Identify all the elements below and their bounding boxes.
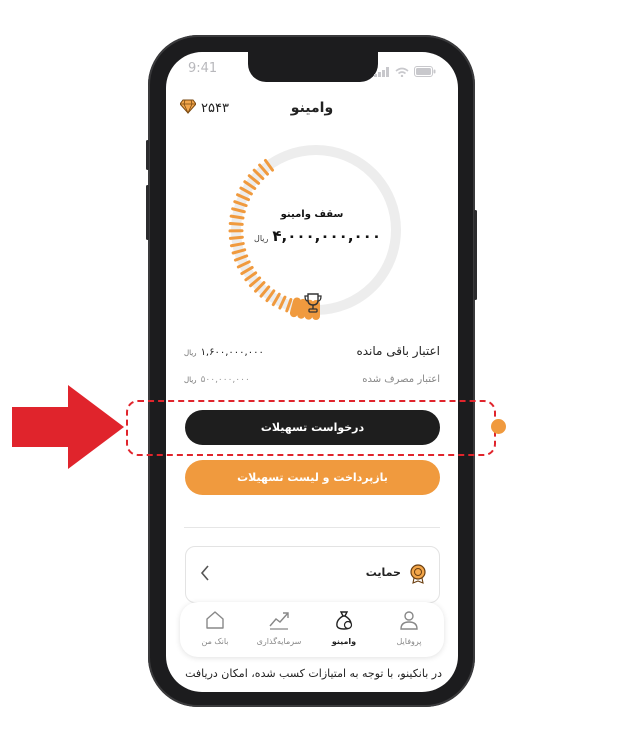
annotation-arrow-icon — [12, 385, 124, 473]
gauge-progress-tick — [228, 221, 244, 226]
chevron-left-icon — [200, 564, 210, 586]
nav-item-profile[interactable]: پروفایل — [384, 610, 434, 646]
user-icon — [399, 611, 419, 634]
remaining-credit-value: ۱,۶۰۰,۰۰۰,۰۰۰ — [200, 347, 264, 358]
battery-icon — [414, 62, 436, 81]
divider — [184, 527, 440, 528]
bottom-nav: پروفایل وامینو سرمایه‌گذاری بانک من — [180, 602, 444, 657]
support-label: حمایت — [365, 566, 401, 579]
annotation-highlight-box — [126, 400, 496, 456]
used-credit-row: ریال ۵۰۰,۰۰۰,۰۰۰ اعتبار مصرف شده — [184, 374, 440, 385]
gauge-unit: ریال — [254, 234, 269, 243]
gauge-amount: ریال ۴,۰۰۰,۰۰۰,۰۰۰ — [254, 227, 381, 245]
money-bag-icon — [334, 611, 354, 634]
support-badge-icon — [409, 564, 427, 588]
nav-label-investment: سرمایه‌گذاری — [256, 637, 302, 646]
nav-item-vamino[interactable]: وامینو — [319, 610, 369, 646]
used-credit-value: ۵۰۰,۰۰۰,۰۰۰ — [200, 375, 250, 385]
info-text: در بانکینو، با توجه به امتیازات کسب شده،… — [185, 667, 442, 680]
used-credit-amount: ریال ۵۰۰,۰۰۰,۰۰۰ — [184, 375, 250, 385]
gauge-title: سقف وامینو — [280, 209, 344, 220]
phone-side-button — [474, 210, 477, 300]
points-value: ۲۵۴۳ — [201, 101, 229, 116]
diamond-icon — [179, 99, 197, 118]
used-credit-unit: ریال — [184, 376, 197, 384]
phone-screen: 9:41 وامینو ۲۵۴۳ سقف وامینو ریال ۴,۰۰۰,۰… — [166, 52, 458, 692]
remaining-credit-row: ریال ۱,۶۰۰,۰۰۰,۰۰۰ اعتبار باقی مانده — [184, 344, 440, 358]
phone-side-button — [146, 185, 149, 240]
wifi-icon — [395, 62, 409, 81]
nav-item-investment[interactable]: سرمایه‌گذاری — [254, 610, 304, 646]
trophy-icon — [302, 292, 324, 318]
remaining-credit-unit: ریال — [184, 349, 197, 357]
status-icons — [374, 62, 436, 81]
annotation-dot — [491, 419, 506, 434]
repay-list-button[interactable]: بازپرداخت و لیست تسهیلات — [185, 460, 440, 495]
used-credit-label: اعتبار مصرف شده — [362, 374, 440, 385]
gauge-progress-tick — [289, 297, 301, 318]
status-time: 9:41 — [188, 61, 218, 76]
nav-label-vamino: وامینو — [331, 637, 357, 646]
remaining-credit-label: اعتبار باقی مانده — [356, 344, 440, 358]
support-card[interactable]: حمایت — [185, 546, 440, 603]
gauge-progress-tick — [228, 235, 244, 240]
remaining-credit-amount: ریال ۱,۶۰۰,۰۰۰,۰۰۰ — [184, 347, 264, 358]
points-badge[interactable]: ۲۵۴۳ — [179, 99, 229, 118]
trend-chart-icon — [269, 612, 289, 634]
phone-side-button — [146, 140, 149, 170]
nav-item-my-bank[interactable]: بانک من — [190, 610, 240, 646]
nav-label-my-bank: بانک من — [201, 637, 229, 646]
nav-label-profile: پروفایل — [396, 637, 422, 646]
gauge-value: ۴,۰۰۰,۰۰۰,۰۰۰ — [272, 227, 381, 245]
home-icon — [205, 611, 225, 634]
phone-notch — [248, 52, 378, 82]
signal-icon — [374, 62, 390, 81]
